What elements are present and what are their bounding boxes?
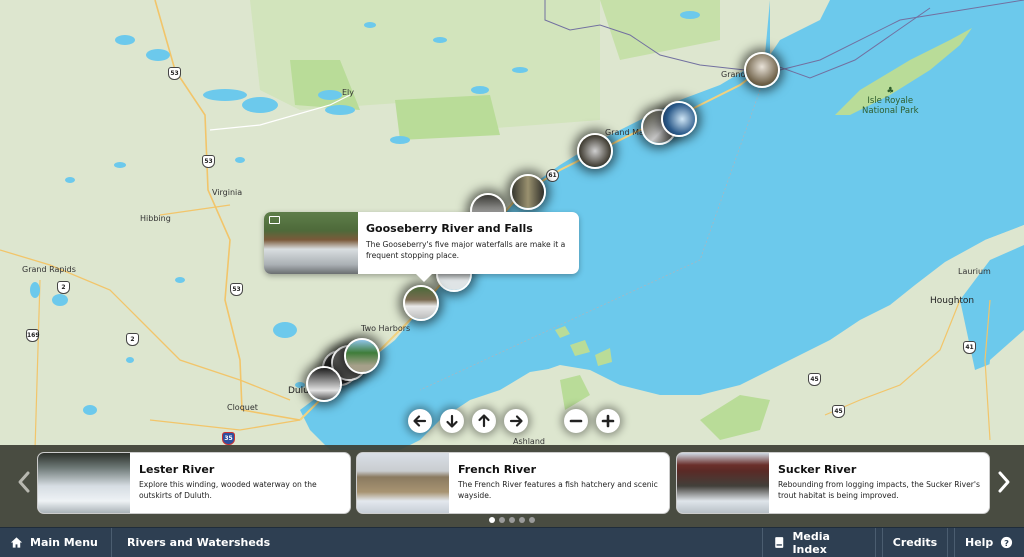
carousel-card[interactable]: Sucker River Rebounding from logging imp… xyxy=(676,452,990,514)
help-label: Help xyxy=(965,536,994,549)
credits-button[interactable]: Credits xyxy=(882,527,948,557)
card-description: Explore this winding, wooded waterway on… xyxy=(139,480,317,500)
credits-label: Credits xyxy=(892,536,938,549)
help-icon: ? xyxy=(1001,536,1013,549)
book-icon xyxy=(775,537,784,548)
map-marker[interactable] xyxy=(344,338,380,374)
media-index-label: Media Index xyxy=(792,529,830,556)
page-dot-2[interactable] xyxy=(499,517,505,523)
card-title: Sucker River xyxy=(778,463,857,476)
label-laurium: Laurium xyxy=(958,267,991,276)
shield-us45: 45 xyxy=(808,373,821,386)
pan-right-button[interactable] xyxy=(504,409,528,433)
page-dot-5[interactable] xyxy=(529,517,535,523)
card-description: The French River features a fish hatcher… xyxy=(458,480,658,500)
label-grand-portage: Grand xyxy=(721,70,746,79)
card-title: Lester River xyxy=(139,463,215,476)
shield-us41: 41 xyxy=(963,341,976,354)
popup-photo xyxy=(264,212,358,274)
main-menu-label: Main Menu xyxy=(30,536,98,549)
arrow-up-icon xyxy=(478,414,490,428)
arrow-right-icon xyxy=(509,415,523,427)
shield-us2: 2 xyxy=(57,281,70,294)
shield-us53: 53 xyxy=(230,283,243,296)
carousel-next-button[interactable] xyxy=(994,467,1014,497)
map-marker[interactable] xyxy=(661,101,697,137)
carousel-card[interactable]: French River The French River features a… xyxy=(356,452,670,514)
label-cloquet: Cloquet xyxy=(227,403,258,412)
card-description: Rebounding from logging impacts, the Suc… xyxy=(778,480,980,500)
page-dot-4[interactable] xyxy=(519,517,525,523)
map-marker-selected[interactable] xyxy=(403,285,439,321)
section-title: Rivers and Watersheds xyxy=(127,536,271,549)
popup-description: The Gooseberry's five major waterfalls a… xyxy=(366,240,566,260)
main-menu-button[interactable]: Main Menu xyxy=(0,527,112,557)
location-popup[interactable]: Gooseberry River and Falls The Gooseberr… xyxy=(264,212,579,282)
card-title: French River xyxy=(458,463,537,476)
help-button[interactable]: Help ? xyxy=(954,527,1024,557)
pan-down-button[interactable] xyxy=(440,409,464,433)
card-photo xyxy=(677,453,769,513)
pan-up-button[interactable] xyxy=(472,409,496,433)
park-tree-icon: ♣ xyxy=(886,86,895,96)
pan-left-button[interactable] xyxy=(408,409,432,433)
card-photo xyxy=(38,453,130,513)
map-marker[interactable] xyxy=(510,174,546,210)
map[interactable]: Ely Virginia Hibbing Grand Rapids Two Ha… xyxy=(0,0,1024,450)
arrow-left-icon xyxy=(413,415,427,427)
label-isle-royale: ♣ Isle Royale National Park xyxy=(862,86,919,116)
carousel-pagination xyxy=(489,517,535,523)
label-hibbing: Hibbing xyxy=(140,214,171,223)
page-dot-1[interactable] xyxy=(489,517,495,523)
popup-title: Gooseberry River and Falls xyxy=(366,222,533,235)
media-index-button[interactable]: Media Index xyxy=(762,527,876,557)
shield-i35: 35 xyxy=(222,432,235,445)
carousel-prev-button[interactable] xyxy=(14,467,34,497)
carousel-card[interactable]: Lester River Explore this winding, woode… xyxy=(37,452,351,514)
label-two-harbors: Two Harbors xyxy=(361,324,411,333)
map-marker[interactable] xyxy=(744,52,780,88)
location-carousel: Lester River Explore this winding, woode… xyxy=(0,445,1024,527)
shield-us2: 2 xyxy=(126,333,139,346)
shield-us45: 45 xyxy=(832,405,845,418)
page-dot-3[interactable] xyxy=(509,517,515,523)
map-marker[interactable] xyxy=(577,133,613,169)
bottom-bar: Main Menu Rivers and Watersheds Media In… xyxy=(0,527,1024,557)
svg-text:?: ? xyxy=(1004,538,1009,548)
label-houghton: Houghton xyxy=(930,296,975,306)
map-marker[interactable] xyxy=(306,366,342,402)
zoom-out-button[interactable] xyxy=(564,409,588,433)
home-icon xyxy=(10,537,23,548)
plus-icon xyxy=(601,414,615,428)
label-virginia: Virginia xyxy=(212,188,243,197)
label-grand-rapids: Grand Rapids xyxy=(22,265,76,274)
shield-us53: 53 xyxy=(168,67,181,80)
card-photo xyxy=(357,453,449,513)
arrow-down-icon xyxy=(446,414,458,428)
media-icon xyxy=(269,216,280,224)
shield-us53: 53 xyxy=(202,155,215,168)
label-ely: Ely xyxy=(342,88,355,97)
zoom-in-button[interactable] xyxy=(596,409,620,433)
shield-mn61: 61 xyxy=(546,169,559,182)
shield-us169: 169 xyxy=(26,329,40,342)
minus-icon xyxy=(569,419,583,423)
app: Ely Virginia Hibbing Grand Rapids Two Ha… xyxy=(0,0,1024,557)
